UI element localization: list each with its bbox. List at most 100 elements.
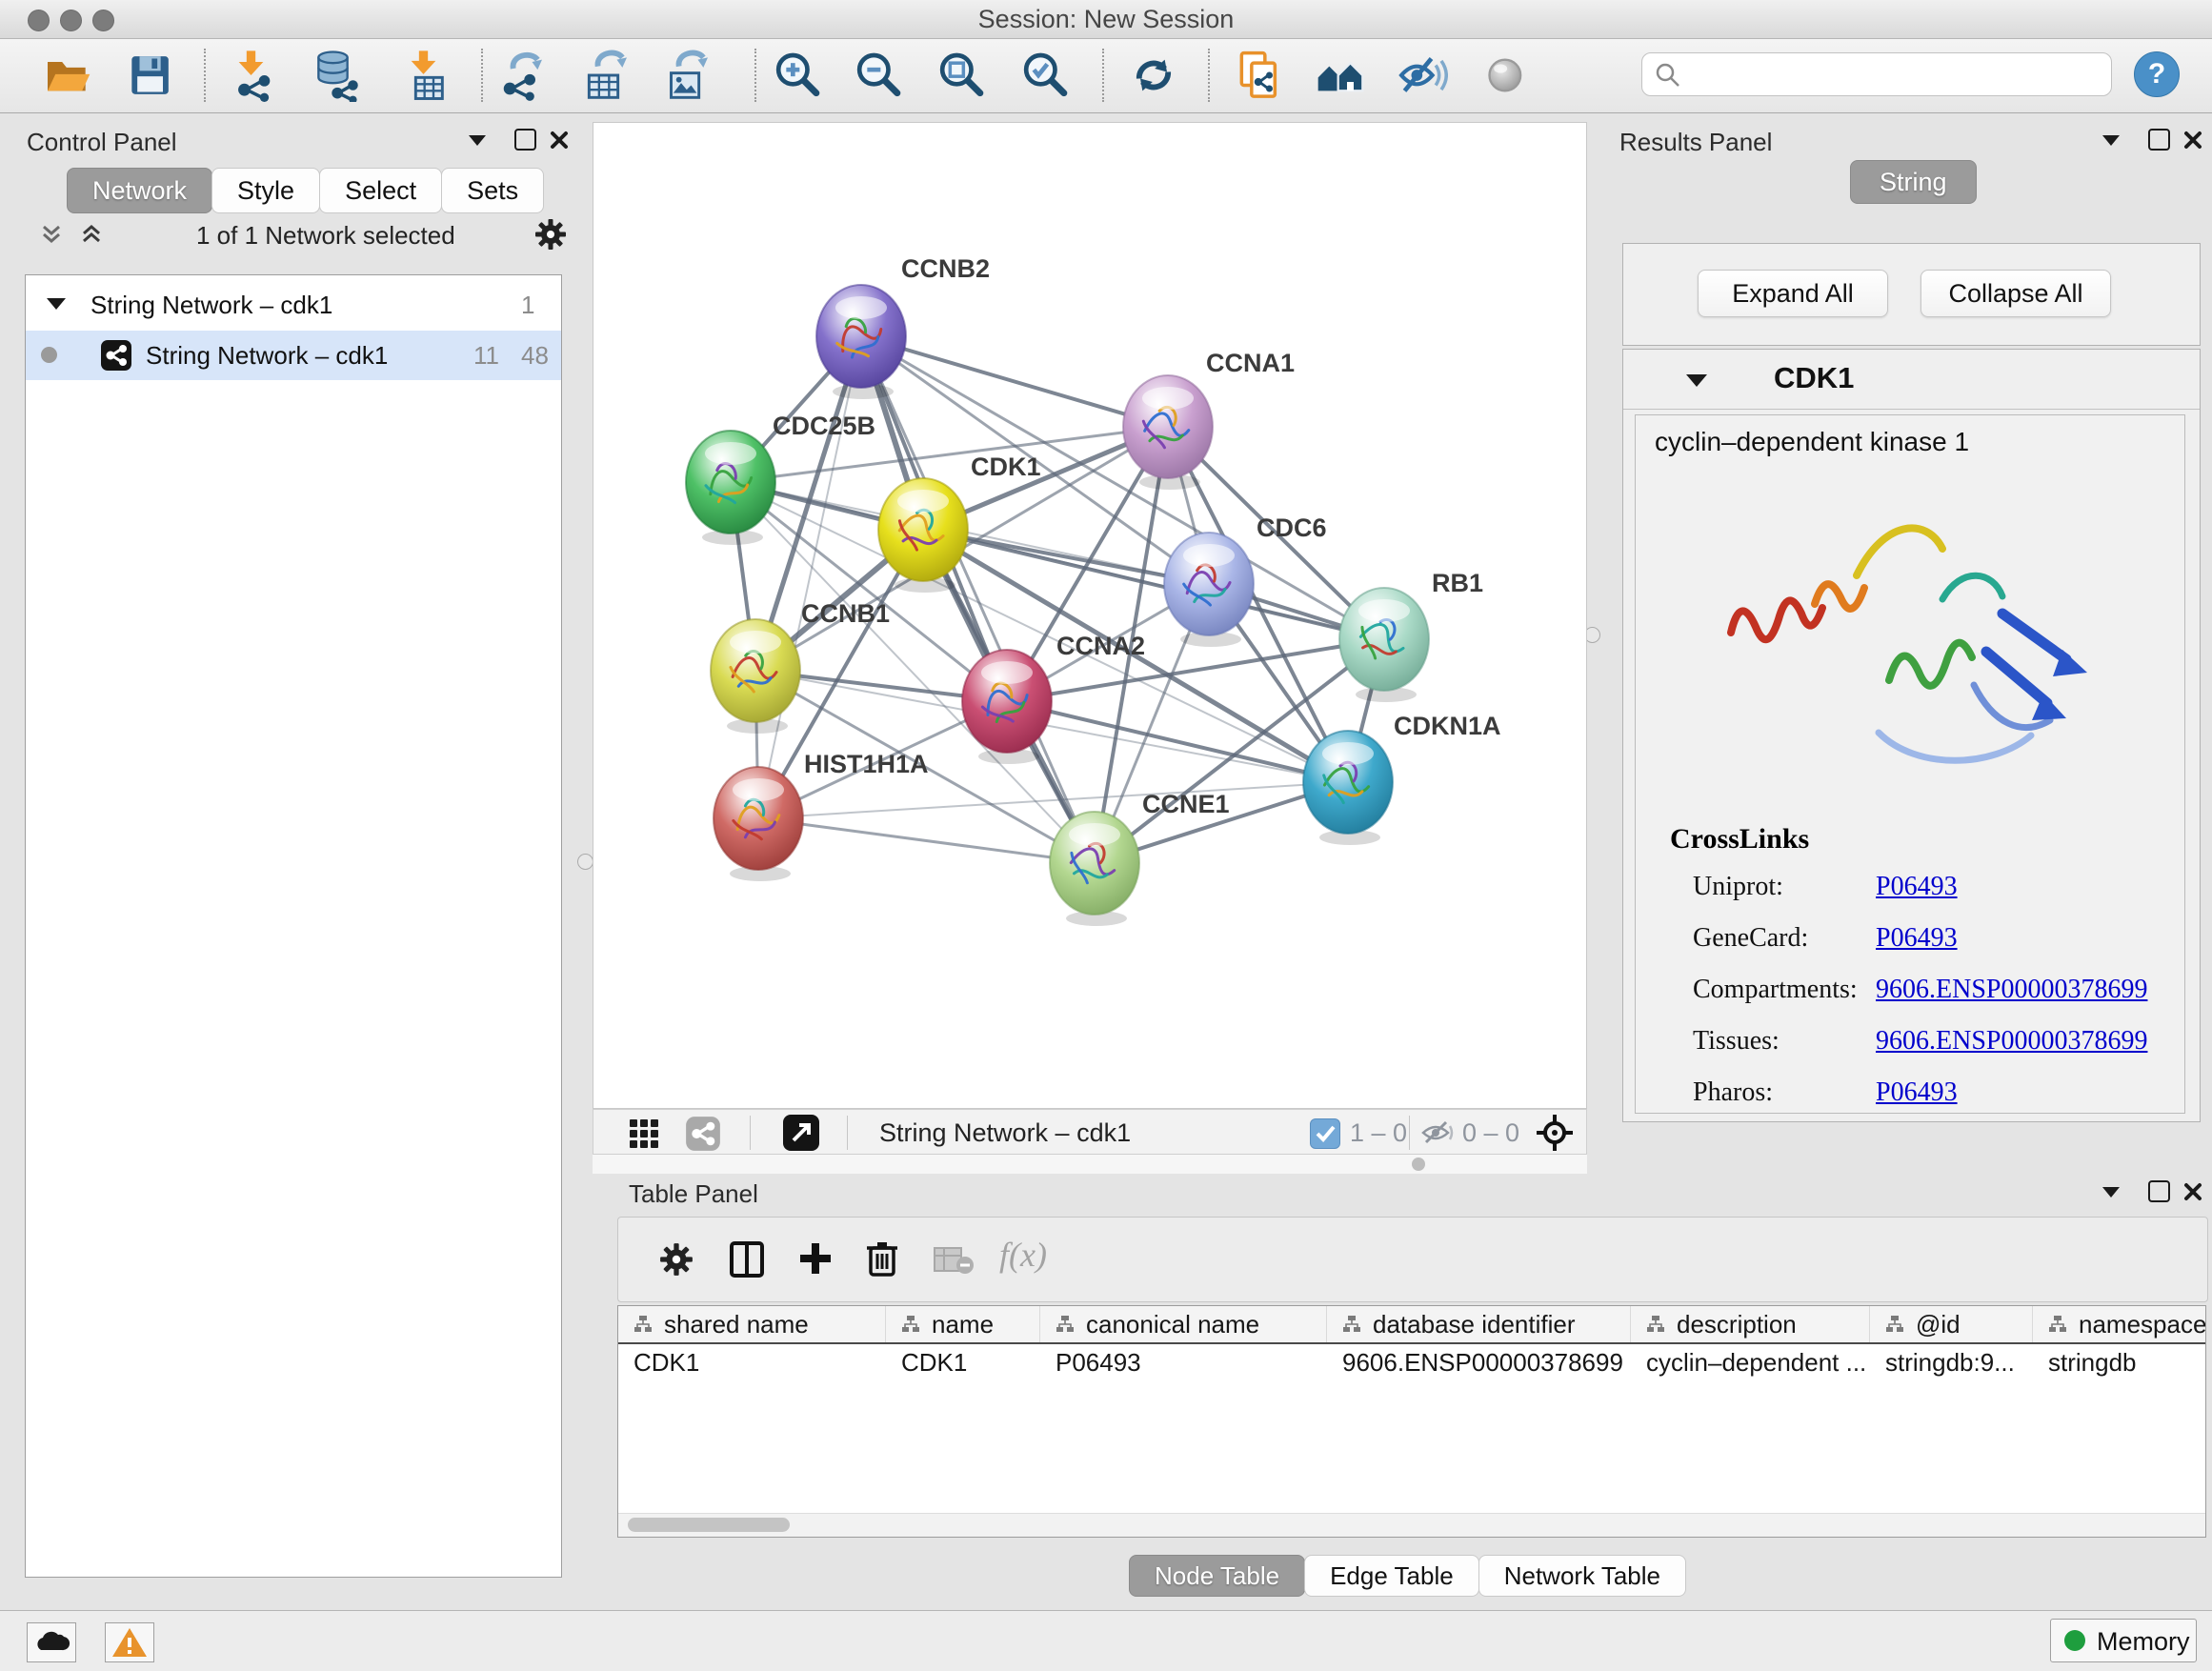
search-input[interactable] — [1692, 57, 2096, 91]
save-session-icon[interactable] — [123, 49, 176, 102]
show-all-icon[interactable] — [1479, 49, 1533, 102]
table-cell[interactable]: stringdb — [2033, 1344, 2206, 1380]
clone-network-icon[interactable] — [1233, 49, 1286, 102]
tab-sets[interactable]: Sets — [441, 168, 544, 213]
bottom-splitter-handle[interactable] — [1412, 1158, 1425, 1171]
tab-network[interactable]: Network — [67, 168, 212, 213]
tab-style[interactable]: Style — [211, 168, 320, 213]
zoom-selected-icon[interactable] — [1018, 49, 1072, 102]
node-CCNA2[interactable] — [962, 650, 1052, 764]
column-header-canonicalname[interactable]: canonical name — [1040, 1306, 1327, 1342]
grid-view-icon[interactable] — [628, 1117, 660, 1150]
node-CCNB2[interactable] — [816, 285, 906, 399]
create-column-icon[interactable] — [797, 1240, 834, 1277]
memory-button[interactable]: Memory — [2050, 1619, 2197, 1662]
open-in-window-icon[interactable] — [782, 1114, 820, 1152]
crosslink-value-link[interactable]: P06493 — [1876, 871, 1958, 903]
table-cell[interactable]: 9606.ENSP00000378699 — [1327, 1344, 1631, 1380]
node-CDC25B[interactable] — [686, 431, 775, 545]
import-table-file-icon[interactable] — [400, 49, 453, 102]
table-gear-icon[interactable] — [658, 1241, 694, 1278]
zoom-out-icon[interactable] — [852, 49, 905, 102]
node-CCNE1[interactable] — [1050, 812, 1139, 926]
column-header-namespace[interactable]: namespace — [2033, 1306, 2206, 1342]
edge-CCNA2-CDKN1A[interactable] — [1007, 701, 1348, 782]
show-columns-icon[interactable] — [729, 1240, 765, 1278]
open-session-icon[interactable] — [41, 49, 94, 102]
edge-CCNB2-CCNA1[interactable] — [861, 336, 1168, 427]
network-row-selected[interactable]: String Network – cdk1 11 48 — [26, 331, 561, 380]
network-collection-row[interactable]: String Network – cdk1 1 — [26, 283, 561, 329]
expand-all-button[interactable]: Expand All — [1698, 270, 1888, 317]
table-panel-menu-icon[interactable] — [2102, 1187, 2120, 1198]
table-panel-close-icon[interactable] — [2182, 1181, 2203, 1202]
crosslink-value-link[interactable]: 9606.ENSP00000378699 — [1876, 1025, 2147, 1057]
warning-status-button[interactable] — [105, 1622, 154, 1662]
tab-select[interactable]: Select — [319, 168, 442, 213]
export-network-icon[interactable] — [495, 49, 549, 102]
control-panel-float-icon[interactable] — [514, 129, 536, 151]
tab-node-table[interactable]: Node Table — [1129, 1555, 1305, 1597]
table-hscrollbar-thumb[interactable] — [628, 1518, 790, 1532]
table-cell[interactable]: CDK1 — [886, 1344, 1040, 1380]
string-view-icon[interactable] — [685, 1116, 721, 1152]
table-cell[interactable]: P06493 — [1040, 1344, 1327, 1380]
expand-all-icon[interactable] — [78, 221, 105, 248]
left-splitter-handle[interactable] — [577, 854, 593, 870]
table-cell[interactable]: cyclin–dependent ... — [1631, 1344, 1870, 1380]
crosslink-value-link[interactable]: P06493 — [1876, 1077, 1958, 1109]
zoom-fit-icon[interactable] — [935, 49, 988, 102]
column-header-sharedname[interactable]: shared name — [618, 1306, 886, 1342]
help-icon[interactable]: ? — [2134, 51, 2180, 97]
node-CDKN1A[interactable] — [1303, 731, 1393, 845]
collapse-all-button[interactable]: Collapse All — [1920, 270, 2111, 317]
node-CCNA1[interactable] — [1123, 375, 1213, 490]
node-RB1[interactable] — [1339, 588, 1429, 702]
control-panel-close-icon[interactable] — [549, 130, 570, 151]
fit-selected-crosshair-icon[interactable] — [1535, 1113, 1575, 1153]
node-HIST1H1A[interactable] — [714, 767, 803, 881]
results-panel-float-icon[interactable] — [2148, 129, 2170, 151]
collection-expand-icon[interactable] — [47, 298, 66, 310]
delete-column-icon[interactable] — [864, 1238, 900, 1278]
collapse-all-icon[interactable] — [38, 221, 65, 248]
tab-network-table[interactable]: Network Table — [1478, 1555, 1686, 1597]
control-panel-menu-icon[interactable] — [469, 135, 486, 146]
column-header-description[interactable]: description — [1631, 1306, 1870, 1342]
results-panel-close-icon[interactable] — [2182, 130, 2203, 151]
column-header-name[interactable]: name — [886, 1306, 1040, 1342]
results-panel-menu-icon[interactable] — [2102, 135, 2120, 146]
crosslink-value-link[interactable]: 9606.ENSP00000378699 — [1876, 974, 2147, 1006]
table-panel-float-icon[interactable] — [2148, 1180, 2170, 1202]
update-network-icon[interactable] — [1127, 49, 1180, 102]
zoom-in-icon[interactable] — [771, 49, 824, 102]
import-network-file-icon[interactable] — [228, 49, 281, 102]
hide-selected-icon[interactable] — [1395, 49, 1448, 102]
edge-CCNB2-CCNE1[interactable] — [861, 336, 1095, 863]
column-header-id[interactable]: @id — [1870, 1306, 2033, 1342]
tab-string[interactable]: String — [1850, 160, 1977, 204]
network-options-gear-icon[interactable] — [533, 217, 568, 252]
table-hscrollbar[interactable] — [618, 1513, 2205, 1537]
node-CDK1[interactable] — [878, 478, 968, 593]
import-network-database-icon[interactable] — [310, 49, 363, 102]
network-hscroll-strip[interactable] — [593, 1155, 1587, 1174]
table-cell[interactable]: stringdb:9... — [1870, 1344, 2033, 1380]
table-row[interactable]: CDK1CDK1P064939606.ENSP00000378699cyclin… — [618, 1344, 2206, 1380]
export-table-icon[interactable] — [580, 49, 633, 102]
tab-edge-table[interactable]: Edge Table — [1304, 1555, 1479, 1597]
network-canvas[interactable]: CCNB2CCNA1CDC25BCDK1CDC6RB1CCNB1CCNA2CDK… — [593, 122, 1587, 1109]
entry-collapse-icon[interactable] — [1686, 374, 1707, 387]
column-header-databaseidentifier[interactable]: database identifier — [1327, 1306, 1631, 1342]
edge-HIST1H1A-CCNE1[interactable] — [758, 818, 1095, 863]
crosslink-value-link[interactable]: P06493 — [1876, 922, 1958, 955]
search-box[interactable] — [1641, 52, 2112, 96]
export-image-icon[interactable] — [661, 49, 714, 102]
edge-CCNB2-HIST1H1A[interactable] — [758, 336, 861, 818]
home-gallery-icon[interactable] — [1314, 49, 1367, 102]
crosslink-row: Pharos:P06493 — [1636, 1077, 2186, 1109]
selected-checkbox-icon[interactable] — [1310, 1118, 1340, 1149]
cloud-status-button[interactable] — [27, 1622, 76, 1662]
node-CCNB1[interactable] — [711, 619, 800, 734]
table-cell[interactable]: CDK1 — [618, 1344, 886, 1380]
